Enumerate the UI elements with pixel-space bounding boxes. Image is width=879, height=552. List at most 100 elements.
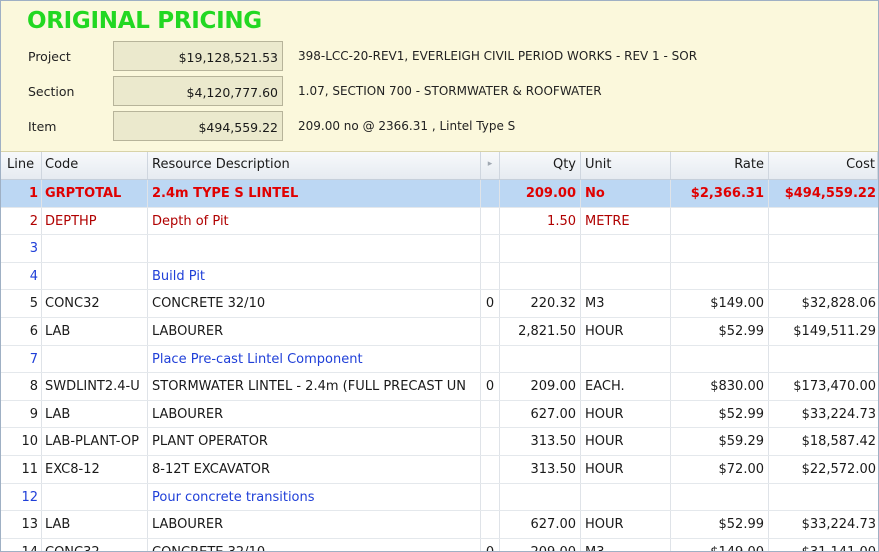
unit-cell xyxy=(581,262,671,290)
flag-cell xyxy=(481,345,500,373)
cost-cell: $31,141.00 xyxy=(769,539,878,551)
column-header-description[interactable]: Resource Description xyxy=(148,152,481,179)
rate-cell: $2,366.31 xyxy=(671,180,769,207)
pricing-summary-panel: ORIGINAL PRICING Project $19,128,521.53 … xyxy=(1,1,878,152)
resource-grid: Line Code Resource Description ▸ Qty Uni… xyxy=(1,152,878,551)
grid-header: Line Code Resource Description ▸ Qty Uni… xyxy=(1,152,878,180)
cost-cell: $22,572.00 xyxy=(801,461,876,477)
qty-cell: 220.32 xyxy=(500,290,581,317)
summary-row-section: Section $4,120,777.60 1.07, SECTION 700 … xyxy=(1,76,878,110)
cost-cell: $33,224.73 xyxy=(801,406,876,422)
flag-cell xyxy=(481,180,500,207)
section-description: 1.07, SECTION 700 - STORMWATER & ROOFWAT… xyxy=(298,84,602,98)
unit-cell xyxy=(581,235,671,262)
section-total-field: $4,120,777.60 xyxy=(113,76,283,106)
code-cell: LAB-PLANT-OP xyxy=(42,428,148,455)
description-cell: 8-12T EXCAVATOR xyxy=(148,455,481,483)
item-total-field: $494,559.22 xyxy=(113,111,283,141)
flag-cell xyxy=(481,511,500,538)
column-header-rate[interactable]: Rate xyxy=(671,152,769,179)
column-header-line[interactable]: Line xyxy=(1,152,42,179)
table-row[interactable]: 7 Place Pre-cast Lintel Component xyxy=(1,345,878,374)
qty-cell: 1.50 xyxy=(500,207,581,235)
grid-body: 1 GRPTOTAL 2.4m TYPE S LINTEL 209.00 No $2,36… xyxy=(1,180,878,551)
rate-cell: $149.00 xyxy=(671,538,769,551)
code-cell xyxy=(42,235,148,262)
table-row[interactable]: 11 EXC8-12 8-12T EXCAVATOR 313.50 HOUR $72.00… xyxy=(1,455,878,484)
line-cell: 1 xyxy=(1,180,42,207)
column-header-qty[interactable]: Qty xyxy=(500,152,581,179)
qty-cell xyxy=(500,262,581,290)
table-row[interactable]: 4 Build Pit xyxy=(1,262,878,291)
line-cell: 6 xyxy=(1,317,42,345)
line-cell: 7 xyxy=(1,345,42,373)
table-row[interactable]: 13 LAB LABOURER 627.00 HOUR $52.99 $33,224.73 xyxy=(1,511,878,539)
table-row[interactable]: 3 xyxy=(1,235,878,263)
table-row[interactable]: 2 DEPTHP Depth of Pit 1.50 METRE xyxy=(1,207,878,236)
rate-cell: $149.00 xyxy=(671,290,769,317)
unit-cell: HOUR xyxy=(581,400,671,428)
rate-cell: $59.29 xyxy=(671,428,769,455)
flag-cell: 0 xyxy=(481,538,500,551)
column-header-unit[interactable]: Unit xyxy=(581,152,671,179)
flag-cell xyxy=(481,428,500,455)
summary-row-item: Item $494,559.22 209.00 no @ 2366.31 , L… xyxy=(1,111,878,145)
table-row[interactable]: 12 Pour concrete transitions xyxy=(1,483,878,512)
project-total-field: $19,128,521.53 xyxy=(113,41,283,71)
unit-cell: No xyxy=(581,180,671,207)
description-cell: CONCRETE 32/10 xyxy=(148,290,481,317)
column-expand-icon[interactable]: ▸ xyxy=(481,152,500,179)
flag-cell xyxy=(481,235,500,262)
cost-cell: $32,828.06 xyxy=(801,296,876,312)
description-cell: CONCRETE 32/10 xyxy=(148,538,481,551)
description-cell: Pour concrete transitions xyxy=(148,483,481,511)
description-cell: LABOURER xyxy=(148,317,481,345)
flag-cell: 0 xyxy=(481,373,500,400)
flag-cell xyxy=(481,207,500,235)
rate-cell xyxy=(671,207,769,235)
table-row[interactable]: 1 GRPTOTAL 2.4m TYPE S LINTEL 209.00 No $2,36… xyxy=(1,180,878,208)
table-row[interactable]: 9 LAB LABOURER 627.00 HOUR $52.99 $33,224.73 xyxy=(1,400,878,429)
line-cell: 13 xyxy=(1,511,42,538)
flag-cell: 0 xyxy=(481,290,500,317)
table-row[interactable]: 8 SWDLINT2.4-U STORMWATER LINTEL - 2.4m (F… xyxy=(1,373,878,401)
flag-cell xyxy=(481,262,500,290)
table-row[interactable]: 5 CONC32 CONCRETE 32/10 0 220.32 M3 $149.00 $32… xyxy=(1,290,878,318)
code-cell xyxy=(42,262,148,290)
flag-cell xyxy=(481,400,500,428)
column-header-cost[interactable]: Cost xyxy=(769,152,878,179)
summary-row-project: Project $19,128,521.53 398-LCC-20-REV1, … xyxy=(1,41,878,75)
item-label: Item xyxy=(28,119,57,134)
description-cell: Build Pit xyxy=(148,262,481,290)
qty-cell xyxy=(500,483,581,511)
table-row[interactable]: 14CONC32CONCRETE 32/100209.00M3$149.00$3… xyxy=(1,538,878,551)
line-cell: 14 xyxy=(1,538,42,551)
rate-cell: $52.99 xyxy=(671,400,769,428)
table-row[interactable]: 10 LAB-PLANT-OP PLANT OPERATOR 313.50 HOUR $5… xyxy=(1,428,878,456)
code-cell: EXC8-12 xyxy=(42,455,148,483)
cost-cell xyxy=(769,484,878,511)
flag-cell xyxy=(481,483,500,511)
qty-cell: 627.00 xyxy=(500,511,581,538)
column-header-code[interactable]: Code xyxy=(42,152,148,179)
line-cell: 5 xyxy=(1,290,42,317)
line-cell: 2 xyxy=(1,207,42,235)
cost-cell: $33,224.73 xyxy=(801,517,876,533)
unit-cell: HOUR xyxy=(581,317,671,345)
cost-cell: $149,511.29 xyxy=(793,323,876,339)
rate-cell xyxy=(671,262,769,290)
description-cell: PLANT OPERATOR xyxy=(148,428,481,455)
line-cell: 3 xyxy=(1,235,42,262)
table-row[interactable]: 6 LAB LABOURER 2,821.50 HOUR $52.99 $149,511.2… xyxy=(1,317,878,346)
code-cell xyxy=(42,483,148,511)
unit-cell: M3 xyxy=(581,290,671,317)
qty-cell xyxy=(500,345,581,373)
code-cell: DEPTHP xyxy=(42,207,148,235)
rate-cell: $830.00 xyxy=(671,373,769,400)
qty-cell: 2,821.50 xyxy=(500,317,581,345)
qty-cell: 627.00 xyxy=(500,400,581,428)
code-cell: LAB xyxy=(42,511,148,538)
unit-cell: M3 xyxy=(581,538,671,551)
unit-cell: EACH. xyxy=(581,373,671,400)
cost-cell xyxy=(769,346,878,373)
